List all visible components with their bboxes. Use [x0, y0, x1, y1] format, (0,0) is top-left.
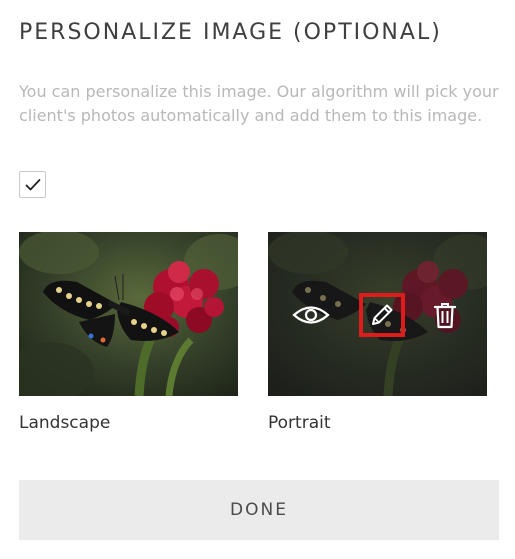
edit-button[interactable] [359, 293, 405, 337]
butterfly-photo [19, 232, 238, 396]
view-button[interactable] [288, 293, 334, 337]
section-title: PERSONALIZE IMAGE (OPTIONAL) [19, 20, 442, 45]
image-label-landscape: Landscape [19, 413, 111, 433]
pencil-icon [372, 304, 393, 325]
personalize-checkbox[interactable] [19, 171, 46, 198]
trash-icon [433, 303, 457, 329]
image-thumbnail-portrait[interactable] [268, 232, 487, 396]
delete-button[interactable] [422, 293, 468, 337]
image-thumbnail-landscape[interactable] [19, 232, 238, 396]
image-label-portrait: Portrait [268, 413, 331, 433]
section-description: You can personalize this image. Our algo… [19, 82, 499, 125]
done-button[interactable]: DONE [19, 480, 499, 540]
hover-overlay [268, 232, 487, 396]
check-icon [25, 179, 41, 191]
eye-icon [292, 306, 330, 324]
